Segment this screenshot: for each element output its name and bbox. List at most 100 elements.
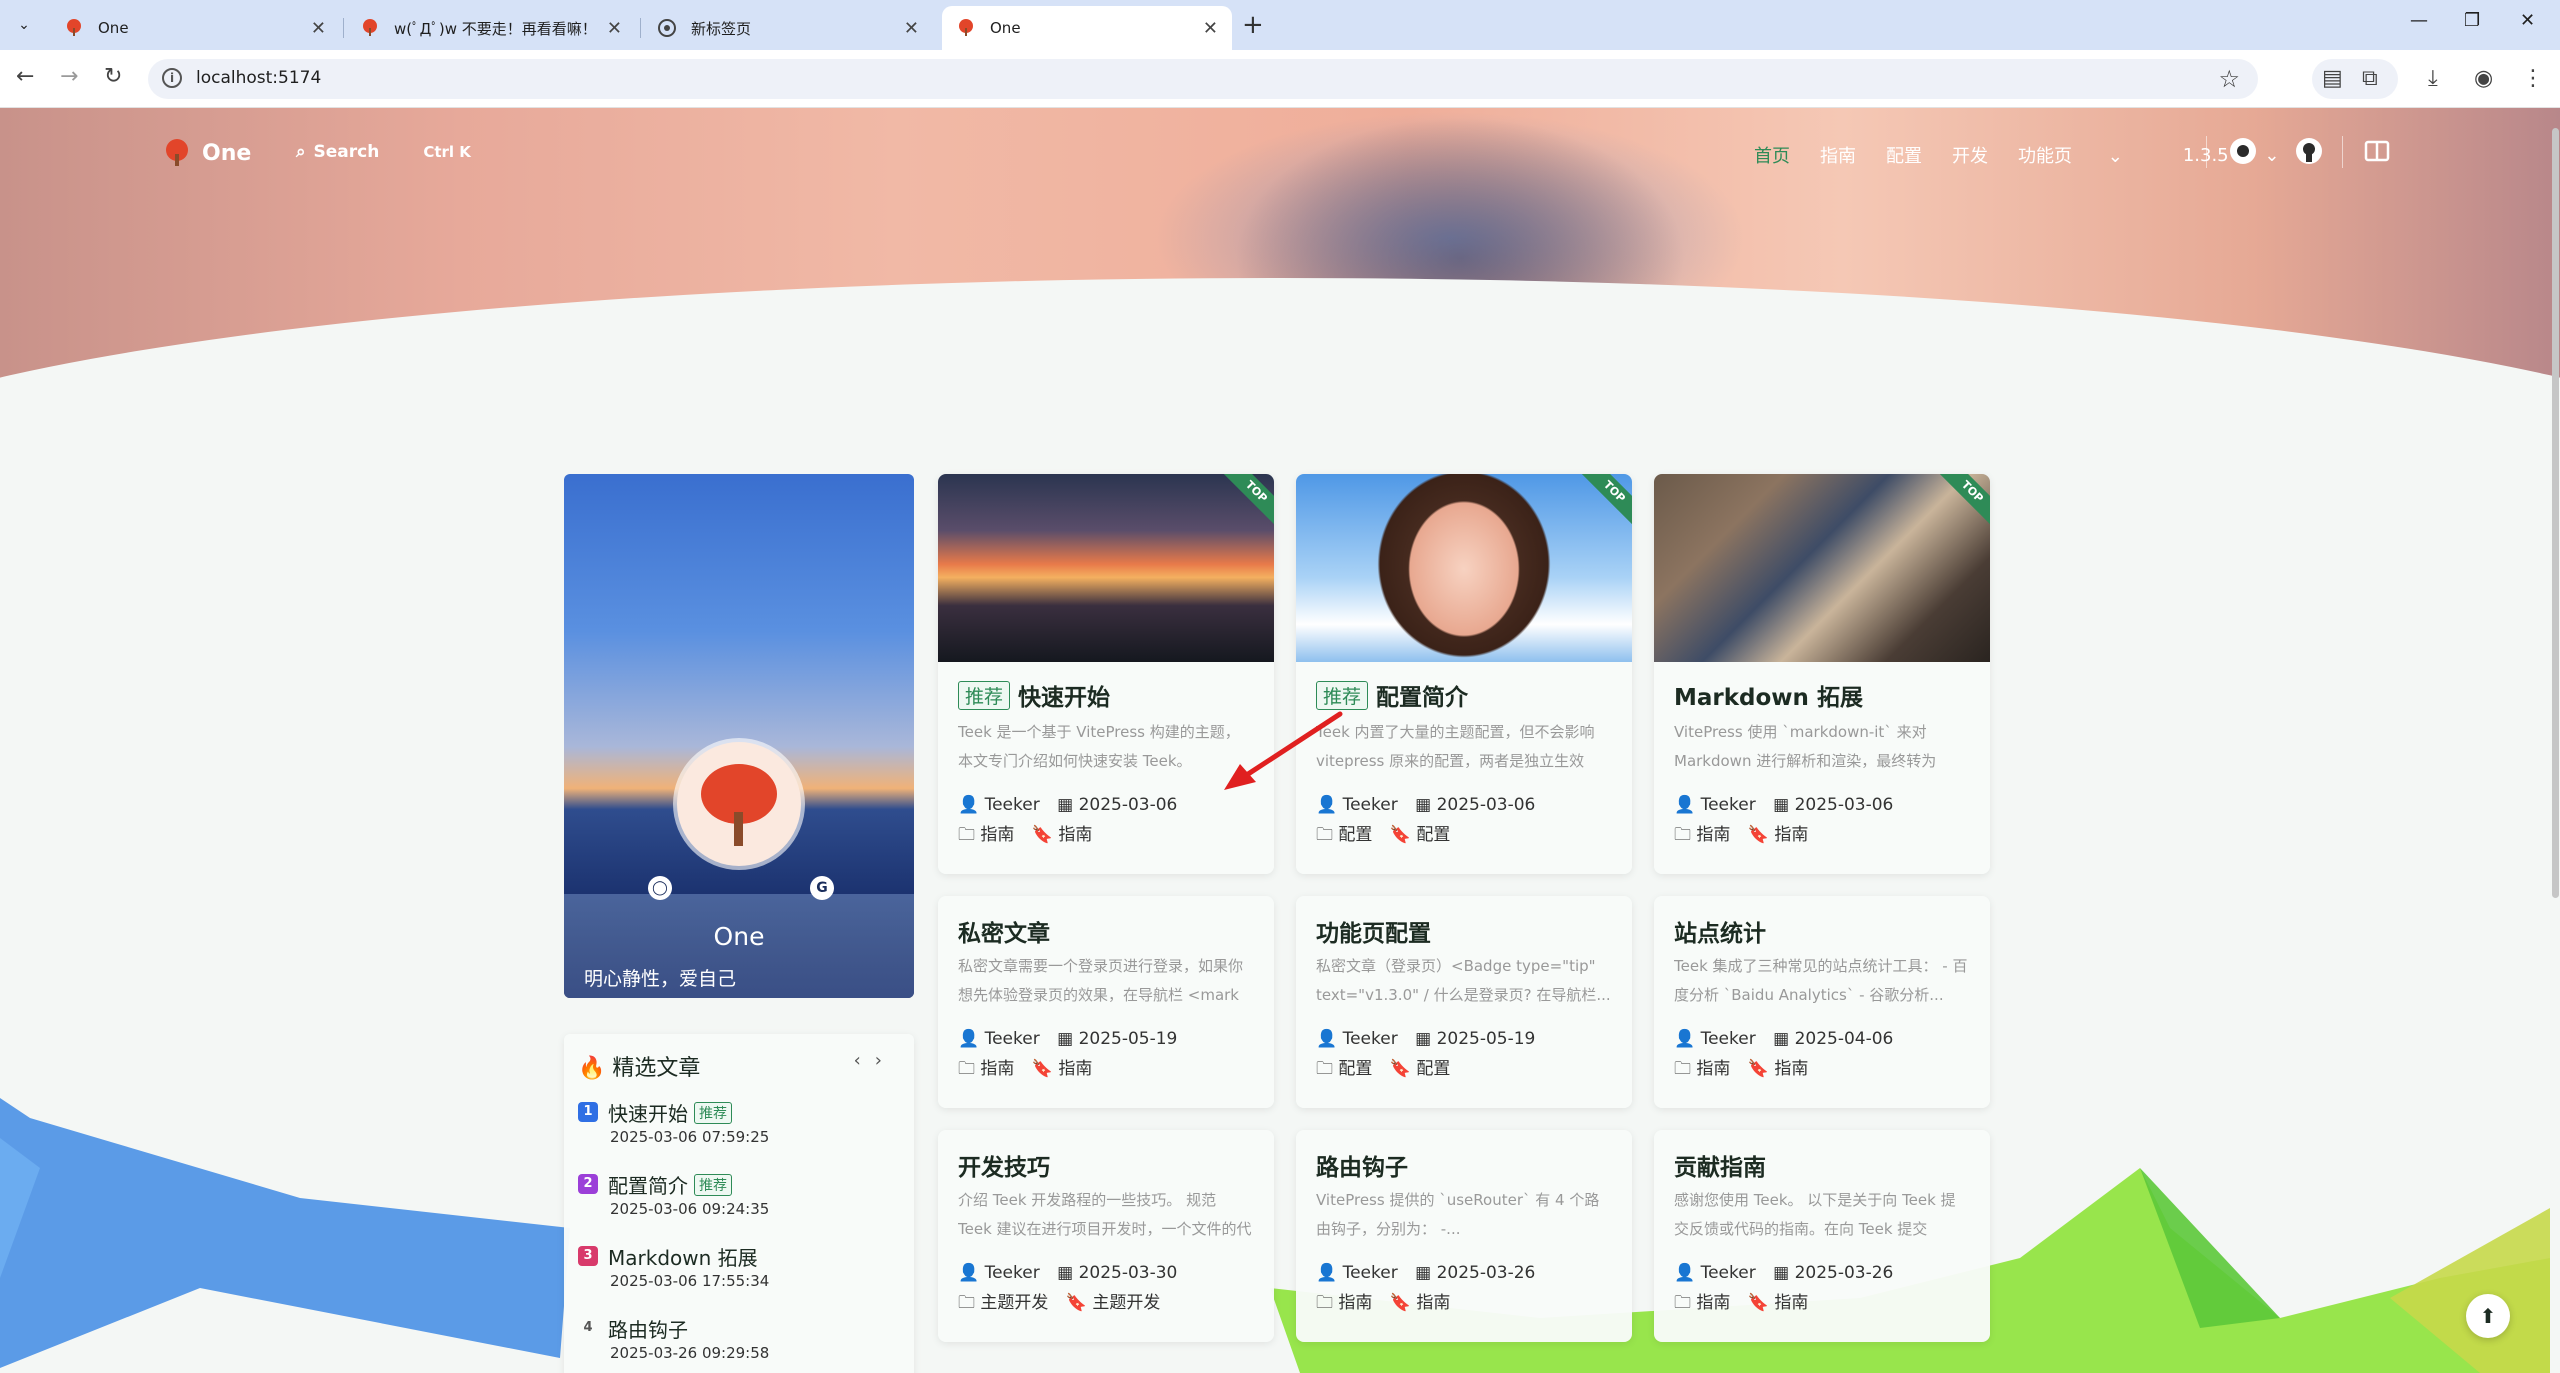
forward-arrow-icon[interactable]: → bbox=[60, 64, 78, 89]
featured-title: 快速开始 bbox=[608, 1102, 688, 1126]
post-category[interactable]: 配置 bbox=[1338, 825, 1372, 845]
profile-github-icon[interactable]: ◯ bbox=[648, 876, 672, 900]
folder-icon: 🗀 bbox=[1316, 1293, 1333, 1313]
nav-item-guide[interactable]: 指南 bbox=[1820, 142, 1856, 168]
scrollbar-thumb[interactable] bbox=[2552, 128, 2559, 898]
folder-icon: 🗀 bbox=[1316, 1059, 1333, 1079]
minimize-icon[interactable]: — bbox=[2410, 10, 2428, 31]
post-card[interactable]: TOP 推荐 快速开始 Teek 是一个基于 VitePress 构建的主题，本文… bbox=[938, 474, 1274, 874]
tab-title: One bbox=[98, 19, 129, 37]
back-arrow-icon[interactable]: ← bbox=[16, 64, 34, 89]
post-card[interactable]: TOP 推荐 配置简介 Teek 内置了大量的主题配置，但不会影响 vitepre… bbox=[1296, 474, 1632, 874]
page-scrollbar[interactable] bbox=[2550, 108, 2560, 908]
next-arrow-icon[interactable]: › bbox=[875, 1050, 896, 1071]
post-tag[interactable]: 指南 bbox=[1058, 825, 1092, 845]
close-tab-icon[interactable]: ✕ bbox=[1203, 18, 1218, 39]
close-tab-icon[interactable]: ✕ bbox=[311, 18, 326, 39]
reload-icon[interactable]: ↻ bbox=[104, 64, 122, 89]
post-title: Markdown 拓展 bbox=[1674, 685, 1863, 711]
site-brand[interactable]: One bbox=[162, 138, 251, 168]
post-tag[interactable]: 配置 bbox=[1416, 1059, 1450, 1079]
post-meta: 👤 Teeker ▦ 2025-04-06 🗀 指南 🔖 指南 bbox=[1674, 1024, 1974, 1084]
post-tag[interactable]: 指南 bbox=[1774, 825, 1808, 845]
close-window-icon[interactable]: ✕ bbox=[2520, 10, 2535, 31]
post-card[interactable]: 私密文章 私密文章需要一个登录页进行登录，如果你想先体验登录页的效果，在导航栏 … bbox=[938, 896, 1274, 1108]
post-category[interactable]: 指南 bbox=[1696, 1293, 1730, 1313]
post-tag[interactable]: 指南 bbox=[1416, 1293, 1450, 1313]
kebab-menu-icon[interactable]: ⋮ bbox=[2522, 66, 2544, 91]
close-tab-icon[interactable]: ✕ bbox=[607, 18, 622, 39]
featured-pager: ‹› bbox=[854, 1050, 896, 1071]
post-title: 私密文章 bbox=[958, 921, 1050, 947]
user-icon: 👤 bbox=[1674, 1263, 1696, 1283]
post-card[interactable]: TOP Markdown 拓展 VitePress 使用 `markdown-i… bbox=[1654, 474, 1990, 874]
annotation-arrow bbox=[1224, 711, 1343, 790]
post-card[interactable]: 站点统计 Teek 集成了三种常见的站点统计工具： - 百度分析 `Baidu … bbox=[1654, 896, 1990, 1108]
nav-item-home[interactable]: 首页 bbox=[1754, 142, 1790, 168]
post-tag[interactable]: 配置 bbox=[1416, 825, 1450, 845]
browser-tab-4-active[interactable]: One ✕ bbox=[942, 6, 1232, 50]
post-title: 路由钩子 bbox=[1316, 1155, 1408, 1181]
post-card[interactable]: 功能页配置 私密文章（登录页）<Badge type="tip" text="v… bbox=[1296, 896, 1632, 1108]
post-tag[interactable]: 指南 bbox=[1774, 1293, 1808, 1313]
browser-tab-3[interactable]: 新标签页 ✕ bbox=[643, 6, 933, 50]
bookmark-icon: 🔖 bbox=[1747, 1059, 1769, 1079]
post-card[interactable]: 开发技巧 介绍 Teek 开发路程的一些技巧。 规范 Teek 建议在进行项目开… bbox=[938, 1130, 1274, 1342]
featured-title: 配置简介 bbox=[608, 1174, 688, 1198]
post-category[interactable]: 指南 bbox=[980, 1059, 1014, 1079]
nav-item-develop[interactable]: 开发 bbox=[1952, 142, 1988, 168]
post-category[interactable]: 主题开发 bbox=[980, 1293, 1048, 1313]
sidebar-toggle-icon[interactable] bbox=[2360, 134, 2394, 168]
extensions-puzzle-icon[interactable]: ⧉ bbox=[2362, 66, 2378, 91]
profile-icon[interactable]: ◉ bbox=[2474, 66, 2493, 91]
prev-arrow-icon[interactable]: ‹ bbox=[854, 1050, 875, 1071]
post-category[interactable]: 指南 bbox=[980, 825, 1014, 845]
site-page: One ⌕ Search Ctrl K 首页 指南 配置 开发 功能页 ⌄ 1.… bbox=[0, 108, 2560, 1373]
browser-tab-2[interactable]: w(ﾟДﾟ)w 不要走！再看看嘛！ ✕ bbox=[346, 6, 636, 50]
post-excerpt: 介绍 Teek 开发路程的一些技巧。 规范 Teek 建议在进行项目开发时，一个… bbox=[958, 1191, 1252, 1238]
post-category[interactable]: 指南 bbox=[1338, 1293, 1372, 1313]
github-icon[interactable] bbox=[2292, 134, 2326, 168]
omnibox[interactable]: i localhost:5174 ☆ bbox=[148, 59, 2258, 99]
featured-heading: 🔥 精选文章 bbox=[578, 1050, 700, 1082]
download-icon[interactable]: ⤓ bbox=[2428, 66, 2438, 91]
post-meta: 👤 Teeker ▦ 2025-03-06 🗀 指南 🔖 指南 bbox=[1674, 790, 1974, 850]
post-title: 快速开始 bbox=[1018, 685, 1111, 711]
calendar-icon: ▦ bbox=[1773, 795, 1790, 815]
theme-toggle-icon[interactable] bbox=[2226, 134, 2260, 168]
bookmark-star-icon[interactable]: ☆ bbox=[2218, 65, 2240, 93]
calendar-icon: ▦ bbox=[1057, 1263, 1074, 1283]
post-card[interactable]: 贡献指南 感谢您使用 Teek。 以下是关于向 Teek 提交反馈或代码的指南。… bbox=[1654, 1130, 1990, 1342]
post-meta: 👤 Teeker ▦ 2025-03-26 🗀 指南 🔖 指南 bbox=[1316, 1258, 1616, 1318]
avatar[interactable] bbox=[677, 742, 801, 866]
post-author: Teeker bbox=[1342, 1263, 1398, 1283]
restore-window-icon[interactable]: ❐ bbox=[2464, 10, 2480, 31]
back-to-top-rocket-icon[interactable]: ⬆ bbox=[2466, 1294, 2510, 1338]
post-author: Teeker bbox=[984, 1029, 1040, 1049]
post-author: Teeker bbox=[1700, 1029, 1756, 1049]
tab-search-chevron-icon[interactable]: ⌄ bbox=[10, 12, 38, 38]
search-button[interactable]: ⌕ Search Ctrl K bbox=[296, 142, 471, 162]
site-info-icon[interactable]: i bbox=[162, 68, 182, 88]
post-category[interactable]: 指南 bbox=[1696, 825, 1730, 845]
new-tab-plus-icon[interactable]: + bbox=[1242, 10, 1264, 40]
browser-tab-1[interactable]: One ✕ bbox=[50, 6, 340, 50]
post-tag[interactable]: 指南 bbox=[1058, 1059, 1092, 1079]
post-tag[interactable]: 指南 bbox=[1774, 1059, 1808, 1079]
post-author: Teeker bbox=[984, 795, 1040, 815]
nav-item-config[interactable]: 配置 bbox=[1886, 142, 1922, 168]
post-card[interactable]: 路由钩子 VitePress 提供的 `useRouter` 有 4 个路由钩子… bbox=[1296, 1130, 1632, 1342]
folder-icon: 🗀 bbox=[958, 1293, 975, 1313]
bookmark-icon: 🔖 bbox=[1747, 825, 1769, 845]
post-category[interactable]: 配置 bbox=[1338, 1059, 1372, 1079]
post-title: 开发技巧 bbox=[958, 1155, 1050, 1181]
post-tag[interactable]: 主题开发 bbox=[1092, 1293, 1160, 1313]
close-tab-icon[interactable]: ✕ bbox=[904, 18, 919, 39]
reading-mode-icon[interactable]: ▤ bbox=[2322, 66, 2343, 91]
url-text[interactable]: localhost:5174 bbox=[196, 68, 321, 88]
user-icon: 👤 bbox=[958, 1029, 980, 1049]
nav-item-features[interactable]: 功能页 ⌄ bbox=[2018, 142, 2153, 168]
post-category[interactable]: 指南 bbox=[1696, 1059, 1730, 1079]
profile-motto: 明心静性，爱自己 bbox=[584, 968, 737, 990]
profile-gitee-icon[interactable]: G bbox=[810, 876, 834, 900]
